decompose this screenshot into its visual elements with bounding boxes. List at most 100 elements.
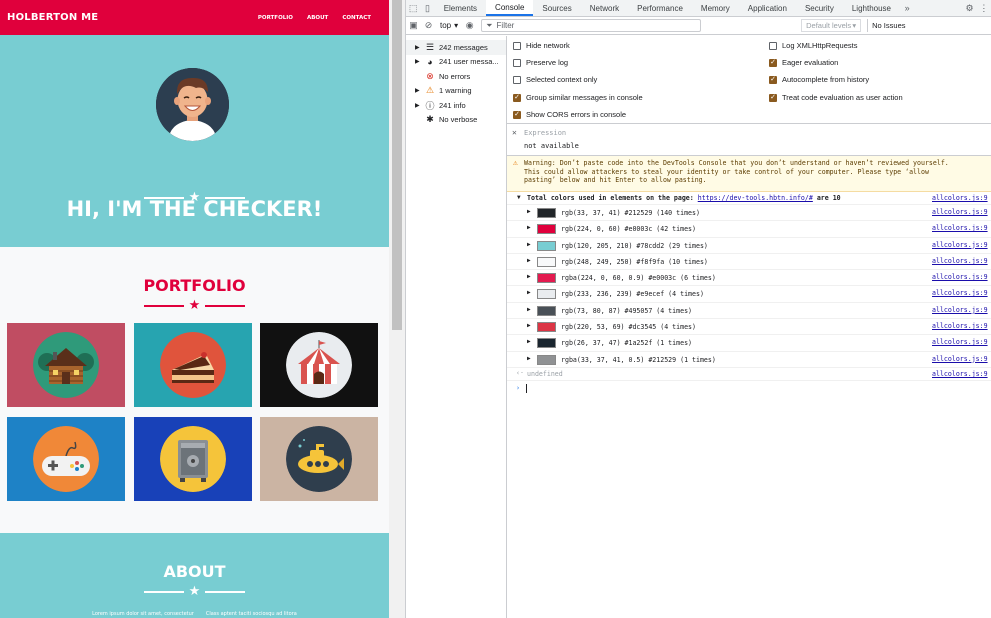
source-link[interactable]: allcolors.js:9 [932, 322, 991, 330]
checkbox-checked[interactable]: ✓ [769, 93, 777, 102]
tab-network[interactable]: Network [581, 0, 628, 16]
tab-application[interactable]: Application [739, 0, 796, 16]
color-row[interactable]: ▶ rgb(248, 249, 250) #f8f9fa (10 times) al… [507, 254, 991, 271]
expand-icon[interactable]: ▶ [415, 102, 421, 109]
console-prompt[interactable]: › [507, 381, 991, 397]
tab-console[interactable]: Console [486, 0, 534, 16]
tab-sources[interactable]: Sources [533, 0, 580, 16]
checkbox-checked[interactable]: ✓ [769, 75, 777, 84]
expand-icon[interactable]: ▶ [527, 273, 531, 280]
color-row[interactable]: ▶ rgb(224, 0, 60) #e0003c (42 times) allco… [507, 221, 991, 238]
nav-link-portfolio[interactable]: PORTFOLIO [258, 15, 293, 21]
color-row[interactable]: ▶ rgb(220, 53, 69) #dc3545 (4 times) allco… [507, 319, 991, 336]
close-icon[interactable]: ✕ [512, 128, 517, 137]
expression-input[interactable]: Expression [524, 129, 566, 137]
setting-preserve-log[interactable]: Preserve log [513, 58, 568, 67]
setting-eager-eval[interactable]: ✓ Eager evaluation [769, 58, 838, 67]
source-link[interactable]: allcolors.js:9 [932, 355, 991, 363]
sidebar-item-verbose[interactable]: ✱ No verbose [406, 113, 506, 128]
setting-cors-errors[interactable]: ✓ Show CORS errors in console [513, 110, 626, 119]
expand-icon[interactable]: ▶ [415, 87, 421, 94]
tab-security[interactable]: Security [796, 0, 843, 16]
setting-autocomplete[interactable]: ✓ Autocomplete from history [769, 75, 869, 84]
sidebar-item-messages[interactable]: ▶ ☰ 242 messages [406, 40, 506, 55]
color-row[interactable]: ▶ rgba(224, 0, 60, 0.9) #e0003c (6 times)… [507, 270, 991, 287]
checkbox[interactable] [513, 41, 521, 50]
nav-link-contact[interactable]: CONTACT [342, 15, 371, 21]
setting-user-action[interactable]: ✓ Treat code evaluation as user action [769, 93, 903, 102]
sidebar-item-warnings[interactable]: ▶ ⚠ 1 warning [406, 84, 506, 99]
log-levels-select[interactable]: Default levels ▾ [801, 19, 862, 32]
inspect-element-icon[interactable]: ⬚ [406, 0, 420, 16]
checkbox-checked[interactable]: ✓ [513, 110, 521, 119]
source-link[interactable]: allcolors.js:9 [932, 257, 991, 265]
source-link[interactable]: allcolors.js:9 [932, 289, 991, 297]
expand-icon[interactable]: ▶ [527, 306, 531, 313]
tab-elements[interactable]: Elements [435, 0, 486, 16]
checkbox[interactable] [769, 41, 777, 50]
page-scrollbar[interactable] [389, 0, 405, 618]
source-link[interactable]: allcolors.js:9 [932, 273, 991, 281]
sidebar-item-user-messages[interactable]: ▶ ◕ 241 user messa... [406, 55, 506, 70]
color-row[interactable]: ▶ rgba(33, 37, 41, 0.5) #212529 (1 times)… [507, 352, 991, 368]
checkbox-checked[interactable]: ✓ [769, 58, 777, 67]
nav-link-about[interactable]: ABOUT [307, 15, 328, 21]
expand-icon[interactable]: ▶ [527, 289, 531, 296]
portfolio-item-gamepad[interactable] [7, 417, 125, 501]
sidebar-toggle-icon[interactable]: ▣ [406, 18, 421, 34]
source-link[interactable]: allcolors.js:9 [932, 194, 991, 202]
sidebar-item-errors[interactable]: ⊗ No errors [406, 69, 506, 84]
scrollbar-thumb[interactable] [392, 0, 402, 330]
color-row[interactable]: ▶ rgb(33, 37, 41) #212529 (140 times) allc… [507, 205, 991, 222]
filter-input[interactable]: ⏷ Filter [481, 19, 702, 32]
portfolio-item-submarine[interactable] [260, 417, 378, 501]
eye-icon[interactable]: ◉ [462, 18, 477, 34]
expand-icon[interactable]: ▶ [527, 322, 531, 329]
brand-logo[interactable]: HOLBERTON ME [7, 12, 98, 23]
checkbox[interactable] [513, 75, 521, 84]
setting-hide-network[interactable]: Hide network [513, 41, 570, 50]
device-toolbar-icon[interactable]: ▯ [420, 0, 434, 16]
collapse-icon[interactable]: ▼ [517, 194, 521, 201]
more-options-icon[interactable]: ⋮ [977, 0, 991, 16]
source-link[interactable]: allcolors.js:9 [932, 224, 991, 232]
expand-icon[interactable]: ▶ [415, 58, 421, 65]
expand-icon[interactable]: ▶ [527, 257, 531, 264]
expand-icon[interactable]: ▶ [527, 224, 531, 231]
setting-group-similar[interactable]: ✓ Group similar messages in console [513, 93, 643, 102]
color-row[interactable]: ▶ rgb(26, 37, 47) #1a252f (1 times) allcol… [507, 335, 991, 352]
source-link[interactable]: allcolors.js:9 [932, 241, 991, 249]
setting-log-xhr[interactable]: Log XMLHttpRequests [769, 41, 857, 50]
issues-button[interactable]: No Issues [867, 19, 906, 32]
expand-icon[interactable]: ▶ [527, 241, 531, 248]
text-cursor [526, 383, 527, 393]
color-row[interactable]: ▶ rgb(233, 236, 239) #e9ecef (4 times) all… [507, 286, 991, 303]
checkbox-checked[interactable]: ✓ [513, 93, 521, 102]
context-select[interactable]: top ▾ [436, 21, 462, 30]
checkbox[interactable] [513, 58, 521, 67]
more-tabs-icon[interactable]: » [900, 0, 914, 16]
sidebar-item-info[interactable]: ▶ ⓘ 241 info [406, 98, 506, 113]
clear-console-icon[interactable]: ⊘ [421, 18, 436, 34]
expand-icon[interactable]: ▶ [527, 338, 531, 345]
source-link[interactable]: allcolors.js:9 [932, 306, 991, 314]
portfolio-item-cabin[interactable] [7, 323, 125, 407]
log-link[interactable]: https://dev-tools.hbtn.info/# [698, 194, 813, 202]
setting-selected-context[interactable]: Selected context only [513, 75, 597, 84]
tab-lighthouse[interactable]: Lighthouse [843, 0, 900, 16]
expand-icon[interactable]: ▶ [415, 44, 421, 51]
live-expression[interactable]: ✕ Expression not available [507, 124, 991, 156]
source-link[interactable]: allcolors.js:9 [932, 338, 991, 346]
source-link[interactable]: allcolors.js:9 [932, 370, 991, 378]
portfolio-item-circus[interactable] [260, 323, 378, 407]
source-link[interactable]: allcolors.js:9 [932, 208, 991, 216]
color-row[interactable]: ▶ rgb(73, 80, 87) #495057 (4 times) allcol… [507, 303, 991, 320]
gear-icon[interactable]: ⚙ [962, 0, 976, 16]
portfolio-item-cake[interactable] [134, 323, 252, 407]
expand-icon[interactable]: ▶ [527, 355, 531, 362]
tab-memory[interactable]: Memory [692, 0, 739, 16]
color-row[interactable]: ▶ rgb(120, 205, 210) #78cdd2 (29 times) al… [507, 238, 991, 254]
expand-icon[interactable]: ▶ [527, 208, 531, 215]
tab-performance[interactable]: Performance [628, 0, 692, 16]
portfolio-item-safe[interactable] [134, 417, 252, 501]
